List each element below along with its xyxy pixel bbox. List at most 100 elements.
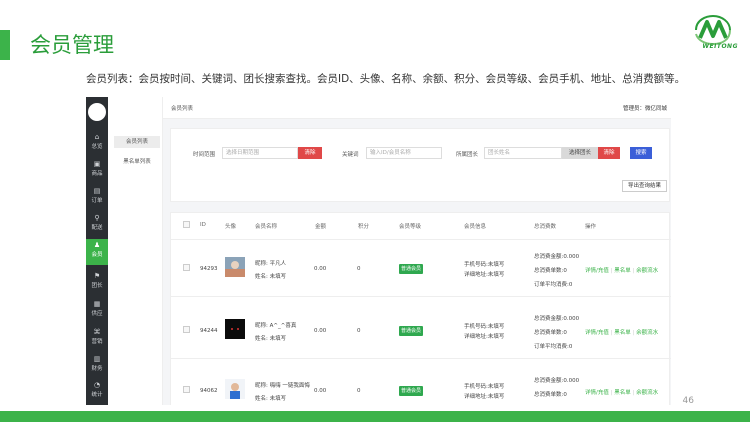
leader-input[interactable]: 团长姓名: [484, 147, 562, 159]
member-phone: 手机号码:未填写: [464, 324, 505, 330]
level-badge: 普通会员: [399, 264, 423, 274]
product-icon: ▣: [93, 160, 101, 168]
member-nickname: 昵称: 平凡人: [255, 261, 287, 267]
title-accent-bar: [0, 30, 10, 60]
total-orders: 总消费单数:0: [534, 330, 567, 336]
slide-subtitle: 会员列表：会员按时间、关键词、团长搜索查找。会员ID、头像、名称、余额、积分、会…: [86, 73, 686, 85]
row-divider: [171, 296, 671, 297]
subnav-blacklist[interactable]: 黑名单列表: [114, 156, 160, 168]
col-id: ID: [200, 222, 206, 228]
col-info: 会员信息: [464, 224, 487, 230]
finance-icon: ▥: [93, 355, 101, 363]
balance-flow-link[interactable]: 余额流水: [636, 330, 658, 336]
balance-flow-link[interactable]: 余额流水: [636, 268, 658, 274]
total-amount: 总消费金额:0.000: [534, 378, 580, 384]
sub-nav: 会员列表 黑名单列表: [108, 97, 163, 405]
row-checkbox[interactable]: [183, 386, 190, 393]
total-amount: 总消费金额:0.000: [534, 316, 580, 322]
row-actions: 详情/充值 | 黑名单 | 余额流水: [585, 390, 659, 396]
col-actions: 操作: [585, 224, 597, 230]
leader-icon: ⚑: [93, 272, 101, 280]
blacklist-link[interactable]: 黑名单: [614, 330, 631, 336]
nav-item-marketing[interactable]: ⌘ 营销: [86, 326, 108, 348]
nav-item-stats[interactable]: ◔ 统计: [86, 379, 108, 401]
member-id: 94244: [200, 328, 218, 334]
member-nickname: 昵称: A^_^喜真: [255, 323, 297, 329]
col-avatar: 头像: [225, 224, 237, 230]
nav-item-overview[interactable]: ⌂ 总览: [86, 131, 108, 153]
nav-item-leaders[interactable]: ⚑ 团长: [86, 270, 108, 292]
clear-leader-button[interactable]: 清除: [598, 147, 620, 159]
col-name: 会员名称: [255, 224, 278, 230]
member-avatar[interactable]: [225, 319, 245, 339]
supplier-icon: ▦: [93, 300, 101, 308]
subnav-member-list[interactable]: 会员列表: [114, 136, 160, 148]
search-button[interactable]: 搜索: [630, 147, 652, 159]
row-actions: 详情/充值 | 黑名单 | 余额流水: [585, 330, 659, 336]
col-points: 积分: [358, 224, 370, 230]
keyword-input[interactable]: 输入ID/会员名称: [366, 147, 442, 159]
order-icon: ▤: [93, 187, 101, 195]
member-address: 详细地址:未填写: [464, 394, 505, 400]
blacklist-link[interactable]: 黑名单: [614, 390, 631, 396]
member-avatar[interactable]: [225, 257, 245, 277]
balance-flow-link[interactable]: 余额流水: [636, 390, 658, 396]
member-nickname: 昵称: 嗨嗨 一链我面悔: [255, 383, 310, 389]
bottom-accent-bar: [0, 411, 750, 422]
member-avatar[interactable]: [225, 379, 245, 399]
select-all-checkbox[interactable]: [183, 221, 190, 228]
nav-item-delivery[interactable]: ⚲ 配送: [86, 212, 108, 234]
total-amount: 总消费金额:0.000: [534, 254, 580, 260]
breadcrumb: 会员列表: [171, 106, 194, 112]
row-divider: [171, 358, 671, 359]
clear-time-button[interactable]: 清除: [298, 147, 322, 159]
member-icon: ♟: [93, 241, 101, 249]
admin-label: 管理员：微亿同城: [622, 106, 667, 112]
detail-recharge-link[interactable]: 详情/充值: [585, 330, 609, 336]
col-level: 会员等级: [399, 224, 422, 230]
member-address: 详细地址:未填写: [464, 334, 505, 340]
detail-recharge-link[interactable]: 详情/充值: [585, 268, 609, 274]
nav-item-finance[interactable]: ▥ 财务: [86, 353, 108, 375]
row-checkbox[interactable]: [183, 326, 190, 333]
col-amount: 金额: [315, 224, 327, 230]
blacklist-link[interactable]: 黑名单: [614, 268, 631, 274]
nav-item-supply[interactable]: ▦ 供应: [86, 298, 108, 320]
member-points: 0: [357, 328, 361, 334]
row-checkbox[interactable]: [183, 264, 190, 271]
member-phone: 手机号码:未填写: [464, 384, 505, 390]
detail-recharge-link[interactable]: 详情/充值: [585, 390, 609, 396]
nav-item-products[interactable]: ▣ 商品: [86, 158, 108, 180]
stats-icon: ◔: [93, 381, 101, 389]
select-leader-button[interactable]: 选择团长: [562, 147, 598, 159]
export-button[interactable]: 导出查询结果: [622, 180, 667, 192]
member-amount: 0.00: [314, 388, 327, 394]
nav-label: 供应: [91, 311, 103, 317]
time-range-input[interactable]: 选择日期范围: [222, 147, 298, 159]
side-nav: ⌂ 总览 ▣ 商品 ▤ 订单 ⚲ 配送 ♟ 会员 ⚑ 团长 ▦ 供应 ⌘ 营销 ▥ 财务 ◔ 统计: [86, 97, 108, 405]
slide: 会员管理 WEITONG 会员列表：会员按时间、关键词、团长搜索查找。会员ID、…: [0, 0, 750, 422]
avatar[interactable]: [88, 103, 106, 121]
total-orders: 总消费单数:0: [534, 392, 567, 398]
header-divider: [171, 239, 671, 240]
nav-label: 会员: [91, 252, 103, 258]
delivery-icon: ⚲: [94, 214, 100, 222]
top-bar: 会员列表 管理员：微亿同城: [163, 97, 671, 119]
total-orders: 总消费单数:0: [534, 268, 567, 274]
member-points: 0: [357, 388, 361, 394]
avg-order: 订单平均消费:0: [534, 282, 573, 288]
member-amount: 0.00: [314, 328, 327, 334]
slide-title: 会员管理: [30, 33, 114, 57]
nav-item-orders[interactable]: ▤ 订单: [86, 185, 108, 207]
member-id: 94062: [200, 388, 218, 394]
level-badge: 普通会员: [399, 326, 423, 336]
member-id: 94293: [200, 266, 218, 272]
nav-label: 营销: [91, 339, 103, 345]
time-range-label: 时间范围: [193, 152, 216, 158]
nav-item-members[interactable]: ♟ 会员: [86, 239, 108, 265]
member-table: ID 头像 会员名称 金额 积分 会员等级 会员信息 总消费数 操作 94293…: [170, 212, 671, 405]
home-icon: ⌂: [94, 133, 100, 141]
marketing-icon: ⌘: [93, 328, 101, 336]
nav-label: 财务: [91, 366, 103, 372]
leader-label: 所属团长: [456, 152, 479, 158]
